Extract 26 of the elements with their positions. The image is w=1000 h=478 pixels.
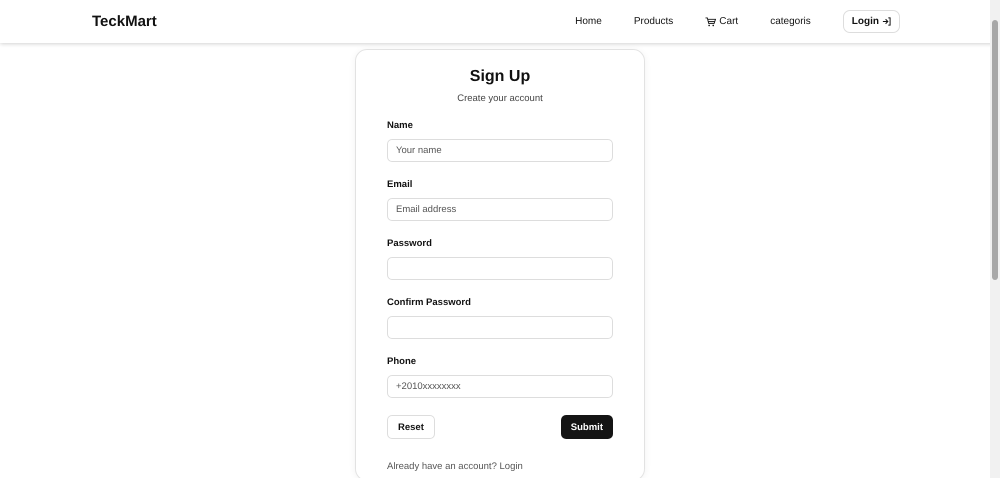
input-field[interactable] [387,316,613,339]
nav-link[interactable]: categoris [770,16,811,27]
login-prompt: Already have an account? [387,461,497,472]
input-field[interactable]: +2010xxxxxxxx [387,375,613,398]
login-button[interactable]: Login [842,10,900,33]
input-field[interactable] [387,257,613,280]
form-title: Sign Up [468,68,532,86]
login-icon [882,17,891,26]
form-subtitle: Create your account [456,93,544,104]
field-label: Password [387,238,433,249]
nav-link[interactable]: Cart [705,16,738,27]
input-field[interactable]: Your name [387,139,613,162]
nav-link[interactable]: Home [575,16,602,27]
submit-button[interactable]: Submit [560,415,613,439]
field-label: Name [387,120,414,131]
field-label: Phone [387,356,418,367]
reset-button[interactable]: Reset [387,415,435,439]
login-link[interactable]: Login [500,461,523,472]
scroll-thumb[interactable] [992,20,998,280]
field-label: Email [387,179,414,190]
cart-icon [705,16,716,26]
field-label: Confirm Password [387,297,472,308]
brand-logo[interactable]: TeckMart [92,13,157,30]
scrollbar[interactable] [990,0,1000,478]
nav-link[interactable]: Products [634,16,674,27]
input-field[interactable]: Email address [387,198,613,221]
